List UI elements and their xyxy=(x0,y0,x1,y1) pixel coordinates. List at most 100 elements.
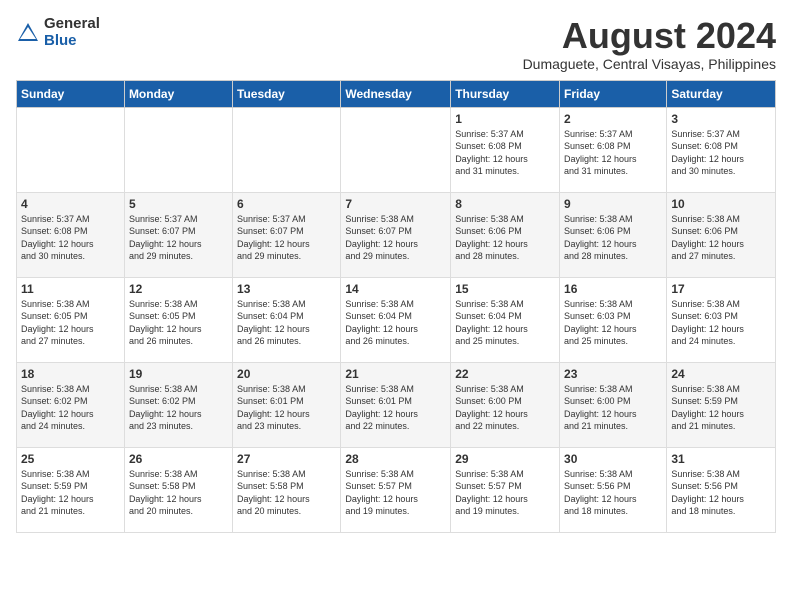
calendar-week-3: 11 Sunrise: 5:38 AMSunset: 6:05 PMDayligh… xyxy=(17,277,776,362)
day-number: 16 xyxy=(564,282,662,296)
calendar-cell-w4-d7: 24 Sunrise: 5:38 AMSunset: 5:59 PMDayligh… xyxy=(667,362,776,447)
day-info: Sunrise: 5:38 AMSunset: 5:56 PMDaylight:… xyxy=(671,468,771,518)
calendar-cell-w3-d3: 13 Sunrise: 5:38 AMSunset: 6:04 PMDayligh… xyxy=(233,277,341,362)
calendar-cell-w5-d3: 27 Sunrise: 5:38 AMSunset: 5:58 PMDayligh… xyxy=(233,447,341,532)
day-number: 12 xyxy=(129,282,228,296)
calendar-cell-w4-d4: 21Sunrise: 5:38 AMSunset: 6:01 PMDayligh… xyxy=(341,362,451,447)
calendar-cell-w3-d7: 17Sunrise: 5:38 AMSunset: 6:03 PMDayligh… xyxy=(667,277,776,362)
calendar-cell-w3-d4: 14 Sunrise: 5:38 AMSunset: 6:04 PMDayligh… xyxy=(341,277,451,362)
day-info: Sunrise: 5:38 AMSunset: 5:59 PMDaylight:… xyxy=(21,468,120,518)
calendar-cell-w4-d2: 19Sunrise: 5:38 AMSunset: 6:02 PMDayligh… xyxy=(124,362,232,447)
header-day-tuesday: Tuesday xyxy=(233,80,341,107)
day-info: Sunrise: 5:38 AMSunset: 6:05 PMDaylight:… xyxy=(21,298,120,348)
day-number: 8 xyxy=(455,197,555,211)
day-info: Sunrise: 5:38 AMSunset: 5:57 PMDaylight:… xyxy=(345,468,446,518)
day-number: 10 xyxy=(671,197,771,211)
calendar-cell-w2-d5: 8 Sunrise: 5:38 AMSunset: 6:06 PMDaylight… xyxy=(451,192,560,277)
logo-general: General xyxy=(44,16,100,33)
calendar-cell-w4-d3: 20Sunrise: 5:38 AMSunset: 6:01 PMDayligh… xyxy=(233,362,341,447)
calendar-cell-w3-d2: 12 Sunrise: 5:38 AMSunset: 6:05 PMDayligh… xyxy=(124,277,232,362)
calendar-cell-w2-d7: 10 Sunrise: 5:38 AMSunset: 6:06 PMDayligh… xyxy=(667,192,776,277)
day-info: Sunrise: 5:37 AMSunset: 6:07 PMDaylight:… xyxy=(237,213,336,263)
calendar-cell-w3-d5: 15Sunrise: 5:38 AMSunset: 6:04 PMDayligh… xyxy=(451,277,560,362)
day-info: Sunrise: 5:38 AMSunset: 6:06 PMDaylight:… xyxy=(455,213,555,263)
day-info: Sunrise: 5:38 AMSunset: 6:02 PMDaylight:… xyxy=(129,383,228,433)
day-info: Sunrise: 5:38 AMSunset: 5:59 PMDaylight:… xyxy=(671,383,771,433)
day-info: Sunrise: 5:38 AMSunset: 6:04 PMDaylight:… xyxy=(345,298,446,348)
header-day-thursday: Thursday xyxy=(451,80,560,107)
day-info: Sunrise: 5:37 AMSunset: 6:07 PMDaylight:… xyxy=(129,213,228,263)
calendar-cell-w1-d2 xyxy=(124,107,232,192)
day-info: Sunrise: 5:38 AMSunset: 5:57 PMDaylight:… xyxy=(455,468,555,518)
calendar-cell-w1-d6: 2 Sunrise: 5:37 AMSunset: 6:08 PMDaylight… xyxy=(560,107,667,192)
logo-text: General Blue xyxy=(44,16,100,49)
calendar-cell-w4-d6: 23Sunrise: 5:38 AMSunset: 6:00 PMDayligh… xyxy=(560,362,667,447)
calendar-cell-w2-d3: 6 Sunrise: 5:37 AMSunset: 6:07 PMDaylight… xyxy=(233,192,341,277)
day-number: 26 xyxy=(129,452,228,466)
calendar-cell-w5-d1: 25Sunrise: 5:38 AMSunset: 5:59 PMDayligh… xyxy=(17,447,125,532)
calendar-body: 1Sunrise: 5:37 AMSunset: 6:08 PMDaylight… xyxy=(17,107,776,532)
day-number: 28 xyxy=(345,452,446,466)
day-number: 14 xyxy=(345,282,446,296)
calendar-cell-w5-d7: 31Sunrise: 5:38 AMSunset: 5:56 PMDayligh… xyxy=(667,447,776,532)
page-header: General Blue August 2024 Dumaguete, Cent… xyxy=(16,16,776,72)
calendar-week-4: 18 Sunrise: 5:38 AMSunset: 6:02 PMDayligh… xyxy=(17,362,776,447)
day-number: 22 xyxy=(455,367,555,381)
day-number: 7 xyxy=(345,197,446,211)
calendar-cell-w1-d4 xyxy=(341,107,451,192)
calendar-cell-w2-d2: 5Sunrise: 5:37 AMSunset: 6:07 PMDaylight… xyxy=(124,192,232,277)
header-row: SundayMondayTuesdayWednesdayThursdayFrid… xyxy=(17,80,776,107)
day-info: Sunrise: 5:38 AMSunset: 6:00 PMDaylight:… xyxy=(564,383,662,433)
day-info: Sunrise: 5:38 AMSunset: 5:58 PMDaylight:… xyxy=(129,468,228,518)
logo: General Blue xyxy=(16,16,100,49)
calendar-cell-w1-d3 xyxy=(233,107,341,192)
day-number: 2 xyxy=(564,112,662,126)
calendar-week-2: 4 Sunrise: 5:37 AMSunset: 6:08 PMDaylight… xyxy=(17,192,776,277)
day-info: Sunrise: 5:37 AMSunset: 6:08 PMDaylight:… xyxy=(455,128,555,178)
day-number: 9 xyxy=(564,197,662,211)
calendar-cell-w5-d2: 26 Sunrise: 5:38 AMSunset: 5:58 PMDayligh… xyxy=(124,447,232,532)
calendar-week-5: 25Sunrise: 5:38 AMSunset: 5:59 PMDayligh… xyxy=(17,447,776,532)
day-number: 4 xyxy=(21,197,120,211)
calendar-cell-w2-d6: 9 Sunrise: 5:38 AMSunset: 6:06 PMDaylight… xyxy=(560,192,667,277)
logo-blue: Blue xyxy=(44,33,100,50)
day-number: 6 xyxy=(237,197,336,211)
day-info: Sunrise: 5:38 AMSunset: 6:05 PMDaylight:… xyxy=(129,298,228,348)
day-info: Sunrise: 5:38 AMSunset: 6:06 PMDaylight:… xyxy=(564,213,662,263)
calendar-cell-w3-d6: 16Sunrise: 5:38 AMSunset: 6:03 PMDayligh… xyxy=(560,277,667,362)
calendar-cell-w2-d1: 4 Sunrise: 5:37 AMSunset: 6:08 PMDaylight… xyxy=(17,192,125,277)
day-number: 13 xyxy=(237,282,336,296)
day-number: 24 xyxy=(671,367,771,381)
day-info: Sunrise: 5:37 AMSunset: 6:08 PMDaylight:… xyxy=(21,213,120,263)
location-subtitle: Dumaguete, Central Visayas, Philippines xyxy=(523,56,776,72)
day-number: 27 xyxy=(237,452,336,466)
day-number: 18 xyxy=(21,367,120,381)
calendar-cell-w5-d4: 28 Sunrise: 5:38 AMSunset: 5:57 PMDayligh… xyxy=(341,447,451,532)
logo-icon xyxy=(16,21,40,45)
calendar-cell-w3-d1: 11 Sunrise: 5:38 AMSunset: 6:05 PMDayligh… xyxy=(17,277,125,362)
day-info: Sunrise: 5:38 AMSunset: 6:06 PMDaylight:… xyxy=(671,213,771,263)
day-info: Sunrise: 5:38 AMSunset: 6:03 PMDaylight:… xyxy=(671,298,771,348)
day-info: Sunrise: 5:38 AMSunset: 5:56 PMDaylight:… xyxy=(564,468,662,518)
day-number: 21 xyxy=(345,367,446,381)
calendar-table: SundayMondayTuesdayWednesdayThursdayFrid… xyxy=(16,80,776,533)
day-number: 11 xyxy=(21,282,120,296)
day-number: 15 xyxy=(455,282,555,296)
day-info: Sunrise: 5:37 AMSunset: 6:08 PMDaylight:… xyxy=(564,128,662,178)
month-year-title: August 2024 xyxy=(523,16,776,56)
header-day-monday: Monday xyxy=(124,80,232,107)
calendar-cell-w4-d5: 22 Sunrise: 5:38 AMSunset: 6:00 PMDayligh… xyxy=(451,362,560,447)
calendar-cell-w5-d5: 29Sunrise: 5:38 AMSunset: 5:57 PMDayligh… xyxy=(451,447,560,532)
day-number: 30 xyxy=(564,452,662,466)
calendar-header: SundayMondayTuesdayWednesdayThursdayFrid… xyxy=(17,80,776,107)
calendar-cell-w1-d7: 3 Sunrise: 5:37 AMSunset: 6:08 PMDaylight… xyxy=(667,107,776,192)
day-info: Sunrise: 5:37 AMSunset: 6:08 PMDaylight:… xyxy=(671,128,771,178)
calendar-cell-w2-d4: 7Sunrise: 5:38 AMSunset: 6:07 PMDaylight… xyxy=(341,192,451,277)
day-number: 3 xyxy=(671,112,771,126)
calendar-cell-w5-d6: 30 Sunrise: 5:38 AMSunset: 5:56 PMDayligh… xyxy=(560,447,667,532)
day-info: Sunrise: 5:38 AMSunset: 6:02 PMDaylight:… xyxy=(21,383,120,433)
day-info: Sunrise: 5:38 AMSunset: 5:58 PMDaylight:… xyxy=(237,468,336,518)
day-info: Sunrise: 5:38 AMSunset: 6:00 PMDaylight:… xyxy=(455,383,555,433)
header-day-saturday: Saturday xyxy=(667,80,776,107)
day-info: Sunrise: 5:38 AMSunset: 6:04 PMDaylight:… xyxy=(237,298,336,348)
